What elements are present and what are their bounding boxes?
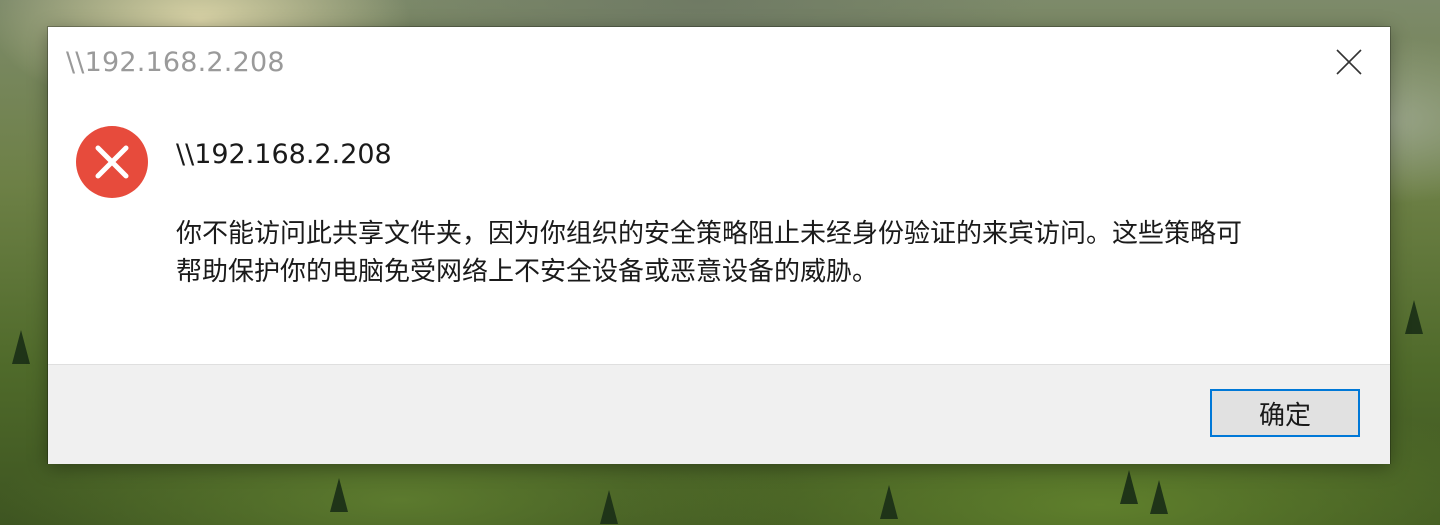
error-icon [76, 126, 148, 198]
wallpaper-tree [1405, 300, 1423, 334]
window-title: \\192.168.2.208 [66, 47, 285, 78]
message-line: 你不能访问此共享文件夹，因为你组织的安全策略阻止未经身份验证的来宾访问。这些策略… [176, 219, 1243, 249]
message-line: 帮助保护你的电脑免受网络上不安全设备或恶意设备的威胁。 [176, 257, 879, 287]
close-button[interactable] [1308, 27, 1390, 97]
ok-button[interactable]: 确定 [1210, 389, 1360, 437]
wallpaper-tree [1150, 480, 1168, 514]
close-icon [1336, 49, 1362, 75]
dialog-heading: \\192.168.2.208 [176, 139, 392, 170]
wallpaper-tree [600, 490, 618, 524]
wallpaper-tree [1120, 470, 1138, 504]
wallpaper-tree [12, 330, 30, 364]
error-dialog: \\192.168.2.208 \\192.168.2.208 你不能访问此共享… [48, 27, 1390, 464]
desktop-wallpaper: \\192.168.2.208 \\192.168.2.208 你不能访问此共享… [0, 0, 1440, 525]
title-bar[interactable]: \\192.168.2.208 [48, 27, 1390, 97]
wallpaper-tree [330, 478, 348, 512]
wallpaper-tree [880, 485, 898, 519]
dialog-footer: 确定 [48, 364, 1390, 464]
dialog-message: 你不能访问此共享文件夹，因为你组织的安全策略阻止未经身份验证的来宾访问。这些策略… [176, 215, 1376, 291]
